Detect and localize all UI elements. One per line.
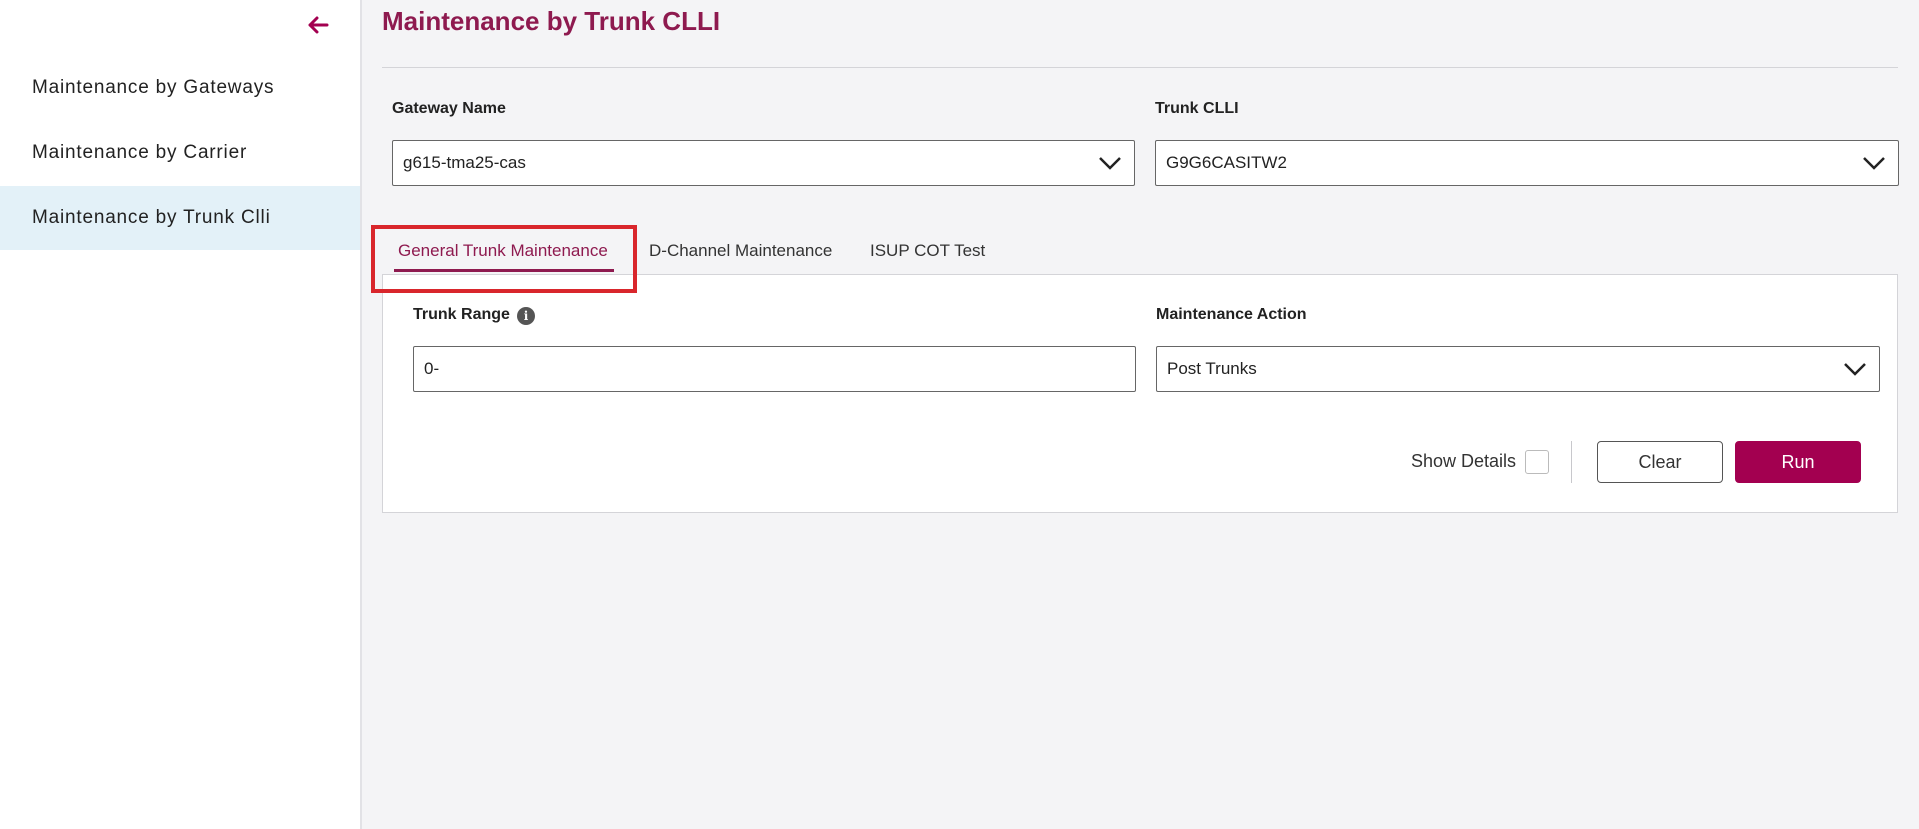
chevron-down-icon xyxy=(1099,157,1121,170)
trunk-clli-value: G9G6CASITW2 xyxy=(1166,153,1287,172)
actions-divider xyxy=(1571,441,1572,483)
sidebar-item-trunk-clli[interactable]: Maintenance by Trunk Clli xyxy=(0,186,360,250)
tab-isup-cot-test[interactable]: ISUP COT Test xyxy=(870,228,985,274)
sidebar: Maintenance by Gateways Maintenance by C… xyxy=(0,0,362,829)
tab-label: ISUP COT Test xyxy=(870,241,986,260)
tab-label: General Trunk Maintenance xyxy=(398,241,608,260)
general-trunk-maintenance-panel: Trunk Range i Maintenance Action Post Tr… xyxy=(382,274,1898,513)
info-icon[interactable]: i xyxy=(517,307,535,325)
title-divider xyxy=(382,67,1898,68)
tab-label: D-Channel Maintenance xyxy=(649,241,833,260)
sidebar-item-label: Maintenance by Carrier xyxy=(32,142,248,163)
gateway-name-select[interactable]: g615-tma25-cas xyxy=(392,140,1135,186)
sidebar-item-label: Maintenance by Gateways xyxy=(32,77,275,98)
show-details-label: Show Details xyxy=(1411,451,1517,471)
page-title: Maintenance by Trunk CLLI xyxy=(382,6,721,36)
main-content: Maintenance by Trunk CLLI Gateway Name g… xyxy=(364,0,1919,829)
maintenance-action-label: Maintenance Action xyxy=(1156,306,1307,323)
show-details-checkbox[interactable] xyxy=(1525,450,1549,474)
active-tab-indicator xyxy=(394,269,614,272)
trunk-clli-select[interactable]: G9G6CASITW2 xyxy=(1155,140,1899,186)
maintenance-action-select[interactable]: Post Trunks xyxy=(1156,346,1880,392)
run-button[interactable]: Run xyxy=(1735,441,1861,483)
sidebar-item-label: Maintenance by Trunk Clli xyxy=(32,207,271,228)
tab-general-trunk-maintenance[interactable]: General Trunk Maintenance xyxy=(398,228,608,274)
chevron-down-icon xyxy=(1863,157,1885,170)
trunk-clli-label: Trunk CLLI xyxy=(1155,100,1239,117)
sidebar-item-carrier[interactable]: Maintenance by Carrier xyxy=(0,121,360,185)
maintenance-action-value: Post Trunks xyxy=(1167,359,1257,378)
arrow-left-icon[interactable] xyxy=(303,10,333,40)
clear-button[interactable]: Clear xyxy=(1597,441,1723,483)
gateway-name-value: g615-tma25-cas xyxy=(403,153,526,172)
chevron-down-icon xyxy=(1844,363,1866,376)
sidebar-item-gateways[interactable]: Maintenance by Gateways xyxy=(0,56,360,120)
tab-d-channel-maintenance[interactable]: D-Channel Maintenance xyxy=(649,228,832,274)
trunk-range-label: Trunk Range xyxy=(413,306,510,323)
trunk-range-input[interactable] xyxy=(413,346,1136,392)
gateway-name-label: Gateway Name xyxy=(392,100,506,117)
